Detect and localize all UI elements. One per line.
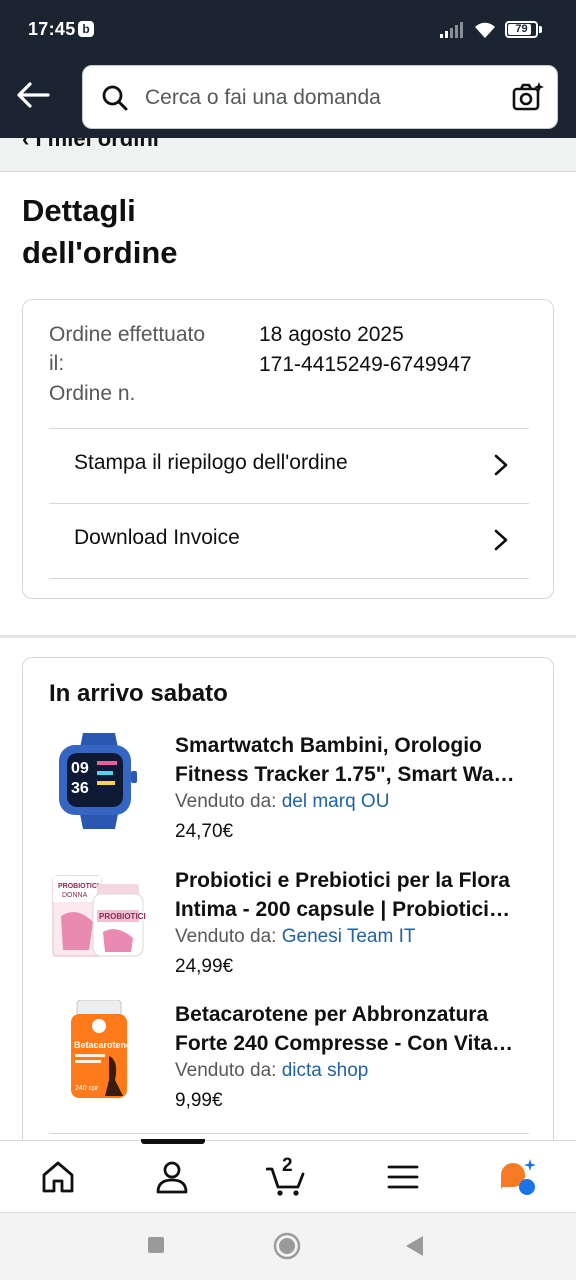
menu-icon[interactable] [383,1157,423,1197]
battery-level: 79 [515,23,528,35]
seller-link[interactable]: Genesi Team IT [282,926,416,947]
order-date-label: Ordine effettuato il: [49,323,206,375]
product-title[interactable]: Probiotici e Prebiotici per la Flora Int… [175,866,535,924]
back-triangle-icon[interactable] [403,1234,425,1258]
battery-icon: 79 [505,21,542,38]
home-circle-icon[interactable] [272,1231,302,1261]
product-image-probiotics[interactable]: PROBIOTICI DONNA PROBIOTICI [49,866,149,966]
page-title: Dettagli dell'ordine [22,190,322,274]
signal-icon [440,22,463,38]
section-separator [0,635,576,638]
shipment-card: In arrivo sabato 09 36 Smartwatch Bambin… [22,657,554,1157]
back-arrow-icon[interactable] [14,78,52,112]
recent-apps-icon[interactable] [146,1235,166,1255]
cart-count-badge: 2 [282,1155,293,1176]
shipment-heading: In arrivo sabato [49,680,228,707]
home-icon[interactable] [38,1157,78,1197]
order-info-card: Ordine effettuato il: Ordine n. 18 agost… [22,299,554,599]
svg-text:240 cpr: 240 cpr [75,1085,99,1092]
order-number-value: 171-4415249-6749947 [259,353,472,376]
camera-icon[interactable] [511,80,545,114]
status-bar: 17:45 b 79 [0,0,576,60]
svg-text:09: 09 [71,760,89,777]
rufus-assistant-icon[interactable] [497,1157,537,1197]
sold-by: Venduto da: Genesi Team IT [175,926,416,947]
app-header: 17:45 b 79 [0,0,576,138]
wifi-icon [475,22,495,38]
svg-text:DONNA: DONNA [62,892,88,899]
product-price: 9,99€ [175,1090,223,1111]
product-price: 24,70€ [175,821,234,842]
divider [49,1133,529,1134]
product-title[interactable]: Smartwatch Bambini, Orologio Fitness Tra… [175,731,535,789]
breadcrumb-label: ‹ I miei ordini [22,138,159,151]
seller-link[interactable]: del marq OU [282,791,390,812]
product-price: 24,99€ [175,956,234,977]
download-invoice-label: Download Invoice [74,526,240,549]
svg-text:Betacarotene: Betacarotene [74,1040,131,1050]
page-title-line-1: Dettagli [22,193,136,228]
sold-by: Venduto da: dicta shop [175,1060,369,1081]
svg-text:PROBIOTICI: PROBIOTICI [99,912,146,921]
active-tab-indicator [141,1139,205,1144]
print-summary-label: Stampa il riepilogo dell'ordine [74,451,348,474]
download-invoice-link[interactable]: Download Invoice [49,504,529,578]
bottom-navigation: 2 [0,1139,576,1212]
product-image-betacarotene[interactable]: Betacarotene 240 cpr [49,1000,149,1100]
page-title-line-2: dell'ordine [22,235,178,270]
divider [49,578,529,579]
sold-by: Venduto da: del marq OU [175,791,390,812]
svg-text:36: 36 [71,780,89,797]
breadcrumb[interactable]: ‹ I miei ordini [0,138,576,172]
product-title[interactable]: Betacarotene per Abbronzatura Forte 240 … [175,1000,535,1058]
print-summary-link[interactable]: Stampa il riepilogo dell'ordine [49,429,529,503]
order-number-label: Ordine n. [49,382,136,405]
chevron-right-icon [494,454,508,476]
order-date-value: 18 agosto 2025 [259,323,404,346]
app-notification-badge: b [78,21,94,37]
order-item[interactable]: Betacarotene 240 cpr Betacarotene per Ab… [49,1000,539,1130]
status-time: 17:45 [28,19,76,39]
search-icon [102,85,128,111]
product-image-smartwatch[interactable]: 09 36 [49,731,149,831]
order-item[interactable]: PROBIOTICI DONNA PROBIOTICI Probiotici e… [49,866,539,996]
seller-link[interactable]: dicta shop [282,1060,369,1081]
account-icon[interactable] [152,1157,192,1197]
chevron-right-icon [494,529,508,551]
order-item[interactable]: 09 36 Smartwatch Bambini, Orologio Fitne… [49,731,539,861]
svg-text:PROBIOTICI: PROBIOTICI [58,883,99,890]
system-navigation-bar [0,1212,576,1280]
search-input[interactable] [145,80,505,116]
search-bar[interactable] [82,65,558,129]
